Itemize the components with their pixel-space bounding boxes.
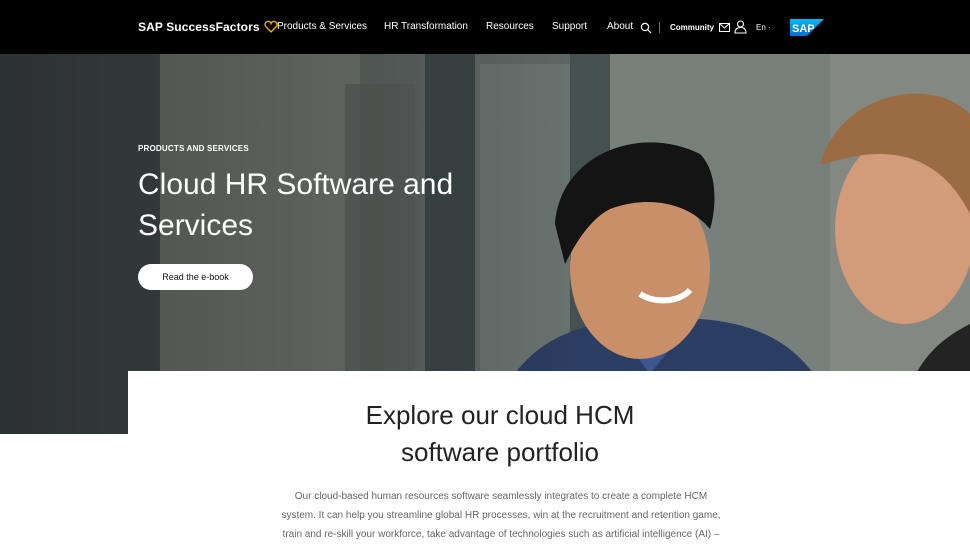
section-title-line2: software portfolio — [401, 437, 599, 467]
nav-community[interactable]: Community — [670, 23, 714, 32]
hero-title: Cloud HR Software and Services — [138, 164, 498, 246]
hero-title-line2: Services — [138, 209, 254, 242]
section-body-line1: Our cloud-based human resources software… — [294, 491, 708, 502]
section-body-line2: system. It can help you streamline globa… — [281, 510, 721, 521]
top-navigation: SAP SuccessFactors Products & Services H… — [0, 0, 970, 54]
brand-name: SAP SuccessFactors — [138, 20, 260, 34]
hero-eyebrow: PRODUCTS AND SERVICES — [138, 144, 249, 153]
nav-products-services[interactable]: Products & Services — [277, 21, 367, 32]
read-ebook-button[interactable]: Read the e-book — [138, 264, 253, 290]
hero-title-line1: Cloud HR Software and — [138, 168, 454, 201]
search-icon[interactable] — [640, 22, 652, 34]
section-title: Explore our cloud HCM software portfolio — [128, 397, 872, 471]
portfolio-section: Explore our cloud HCM software portfolio… — [128, 371, 970, 545]
heart-icon — [264, 20, 278, 33]
nav-support[interactable]: Support — [552, 21, 587, 32]
section-description: Our cloud-based human resources software… — [266, 487, 736, 544]
brand-logo[interactable]: SAP SuccessFactors — [138, 20, 278, 34]
nav-resources[interactable]: Resources — [486, 21, 534, 32]
section-title-line1: Explore our cloud HCM — [365, 400, 635, 430]
section-body-line3: train and re-skill your workforce, take … — [282, 529, 720, 540]
user-icon[interactable] — [734, 20, 747, 34]
mail-icon[interactable] — [719, 23, 730, 32]
language-selector[interactable]: En · — [756, 23, 771, 32]
nav-about[interactable]: About — [607, 21, 633, 32]
sap-logo[interactable]: SAP — [790, 19, 824, 36]
nav-divider — [659, 22, 660, 33]
nav-hr-transformation[interactable]: HR Transformation — [384, 21, 468, 32]
svg-text:SAP: SAP — [792, 23, 815, 35]
